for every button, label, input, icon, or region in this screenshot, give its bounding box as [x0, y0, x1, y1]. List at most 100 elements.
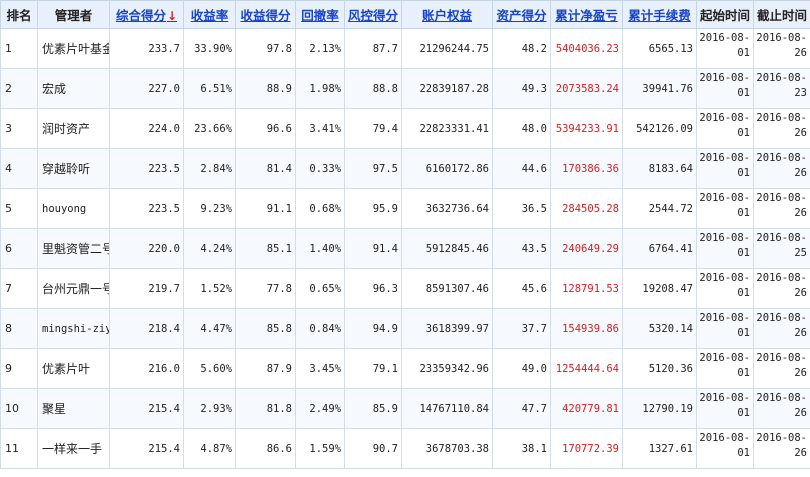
cell-end-time-part: 26 [794, 447, 807, 459]
table-row: 7 台州元鼎一号 219.7 1.52% 77.8 0.65% 96.3 8591307.46… [0, 268, 810, 309]
cell-end-time: 2016-08- 26 [753, 188, 810, 229]
cell-start-time-part: 01 [737, 87, 750, 99]
cell-end-time-part: 26 [794, 127, 807, 139]
cell-end-time-part: 2016-08- [756, 152, 807, 164]
cell-drawdown: 3.45% [295, 348, 345, 389]
cell-cum-pnl: 1254444.64 [550, 348, 623, 389]
cell-return-score: 97.8 [235, 28, 296, 69]
cell-manager: 宏成 [37, 68, 110, 109]
cell-risk-score: 79.4 [344, 108, 402, 149]
cell-rank: 9 [0, 348, 38, 389]
cell-start-time: 2016-08- 01 [696, 28, 754, 69]
sort-return-score[interactable]: 收益得分 [235, 0, 296, 29]
table-row: 1 优素片叶基金 233.7 33.90% 97.8 2.13% 87.7 21296244.… [0, 28, 810, 69]
cell-return-rate: 9.23% [183, 188, 236, 229]
cell-start-time: 2016-08- 01 [696, 148, 754, 189]
cell-start-time-part: 01 [737, 287, 750, 299]
cell-return-score: 91.1 [235, 188, 296, 229]
cell-return-rate: 4.47% [183, 308, 236, 349]
cell-risk-score: 87.7 [344, 28, 402, 69]
cell-end-time-part: 26 [794, 167, 807, 179]
cell-start-time-part: 01 [737, 47, 750, 59]
cell-rank: 7 [0, 268, 38, 309]
cell-start-time-part: 01 [737, 127, 750, 139]
cell-risk-score: 97.5 [344, 148, 402, 189]
table-row: 5 houyong 223.5 9.23% 91.1 0.68% 95.9 3632736.6… [0, 188, 810, 229]
cell-cum-pnl: 5404036.23 [550, 28, 623, 69]
cell-start-time-part: 2016-08- [699, 432, 750, 444]
cell-risk-score: 88.8 [344, 68, 402, 109]
cell-end-time-part: 2016-08- [756, 392, 807, 404]
cell-cum-pnl: 2073583.24 [550, 68, 623, 109]
cell-asset-score: 44.6 [492, 148, 551, 189]
cell-risk-score: 79.1 [344, 348, 402, 389]
sort-return-rate[interactable]: 收益率 [183, 0, 236, 29]
table-row: 8mingshi-ziyi218.44.47%85.80.84%94.93618… [0, 308, 810, 349]
cell-cum-pnl: 128791.53 [550, 268, 623, 309]
cell-drawdown: 3.41% [295, 108, 345, 149]
cell-start-time: 2016-08- 01 [696, 268, 754, 309]
cell-equity: 3618399.97 [401, 308, 493, 349]
cell-start-time-part: 2016-08- [699, 392, 750, 404]
cell-end-time: 2016-08- 26 [753, 108, 810, 149]
cell-return-score: 88.9 [235, 68, 296, 109]
cell-total-score: 215.4 [109, 388, 184, 429]
cell-end-time-part: 25 [794, 247, 807, 259]
cell-end-time-part: 2016-08- [756, 112, 807, 124]
cell-start-time-part: 01 [737, 207, 750, 219]
cell-total-score: 227.0 [109, 68, 184, 109]
cell-drawdown: 2.13% [295, 28, 345, 69]
cell-return-rate: 1.52% [183, 268, 236, 309]
sort-drawdown[interactable]: 回撤率 [295, 0, 345, 29]
cell-start-time: 2016-08- 01 [696, 308, 754, 349]
cell-asset-score: 47.7 [492, 388, 551, 429]
sort-cum-fee[interactable]: 累计手续费 [622, 0, 697, 29]
cell-asset-score: 45.6 [492, 268, 551, 309]
cell-cum-pnl: 240649.29 [550, 228, 623, 269]
cell-end-time: 2016-08- 26 [753, 148, 810, 189]
cell-start-time-part: 2016-08- [699, 312, 750, 324]
cell-return-score: 96.6 [235, 108, 296, 149]
cell-end-time: 2016-08- 26 [753, 428, 810, 469]
sort-asset-score[interactable]: 资产得分 [492, 0, 551, 29]
sort-total-score-label: 综合得分 [115, 8, 166, 23]
cell-total-score: 223.5 [109, 148, 184, 189]
cell-total-score: 223.5 [109, 188, 184, 229]
cell-rank: 4 [0, 148, 38, 189]
cell-end-time: 2016-08- 23 [753, 68, 810, 109]
cell-start-time-part: 2016-08- [699, 112, 750, 124]
cell-cum-pnl: 170386.36 [550, 148, 623, 189]
cell-manager: houyong [37, 188, 110, 229]
cell-start-time-part: 01 [737, 447, 750, 459]
header-manager: 管理者 [37, 0, 110, 29]
cell-equity: 21296244.75 [401, 28, 493, 69]
cell-total-score: 224.0 [109, 108, 184, 149]
cell-rank: 1 [0, 28, 38, 69]
cell-cum-pnl: 420779.81 [550, 388, 623, 429]
table-row: 6 里魁资管二号 220.0 4.24% 85.1 1.40% 91.4 5912845.46… [0, 228, 810, 269]
cell-total-score: 220.0 [109, 228, 184, 269]
cell-drawdown: 1.59% [295, 428, 345, 469]
cell-start-time-part: 2016-08- [699, 352, 750, 364]
table-row: 4 穿越聆听 223.5 2.84% 81.4 0.33% 97.5 6160172.86 44… [0, 148, 810, 189]
sort-cum-pnl[interactable]: 累计净盈亏 [550, 0, 623, 29]
cell-equity: 22823331.41 [401, 108, 493, 149]
cell-start-time-part: 2016-08- [699, 32, 750, 44]
cell-end-time-part: 26 [794, 367, 807, 379]
cell-drawdown: 0.65% [295, 268, 345, 309]
cell-cum-fee: 2544.72 [622, 188, 697, 229]
cell-end-time-part: 2016-08- [756, 312, 807, 324]
sort-equity[interactable]: 账户权益 [401, 0, 493, 29]
sort-risk-score[interactable]: 风控得分 [344, 0, 402, 29]
cell-drawdown: 0.84% [295, 308, 345, 349]
cell-manager: 润时资产 [37, 108, 110, 149]
cell-end-time-part: 2016-08- [756, 352, 807, 364]
cell-drawdown: 0.33% [295, 148, 345, 189]
cell-return-rate: 2.84% [183, 148, 236, 189]
cell-end-time-part: 2016-08- [756, 72, 807, 84]
cell-end-time-part: 23 [794, 87, 807, 99]
cell-asset-score: 38.1 [492, 428, 551, 469]
cell-return-score: 77.8 [235, 268, 296, 309]
cell-asset-score: 49.0 [492, 348, 551, 389]
sort-total-score[interactable]: 综合得分↓ [109, 0, 184, 29]
